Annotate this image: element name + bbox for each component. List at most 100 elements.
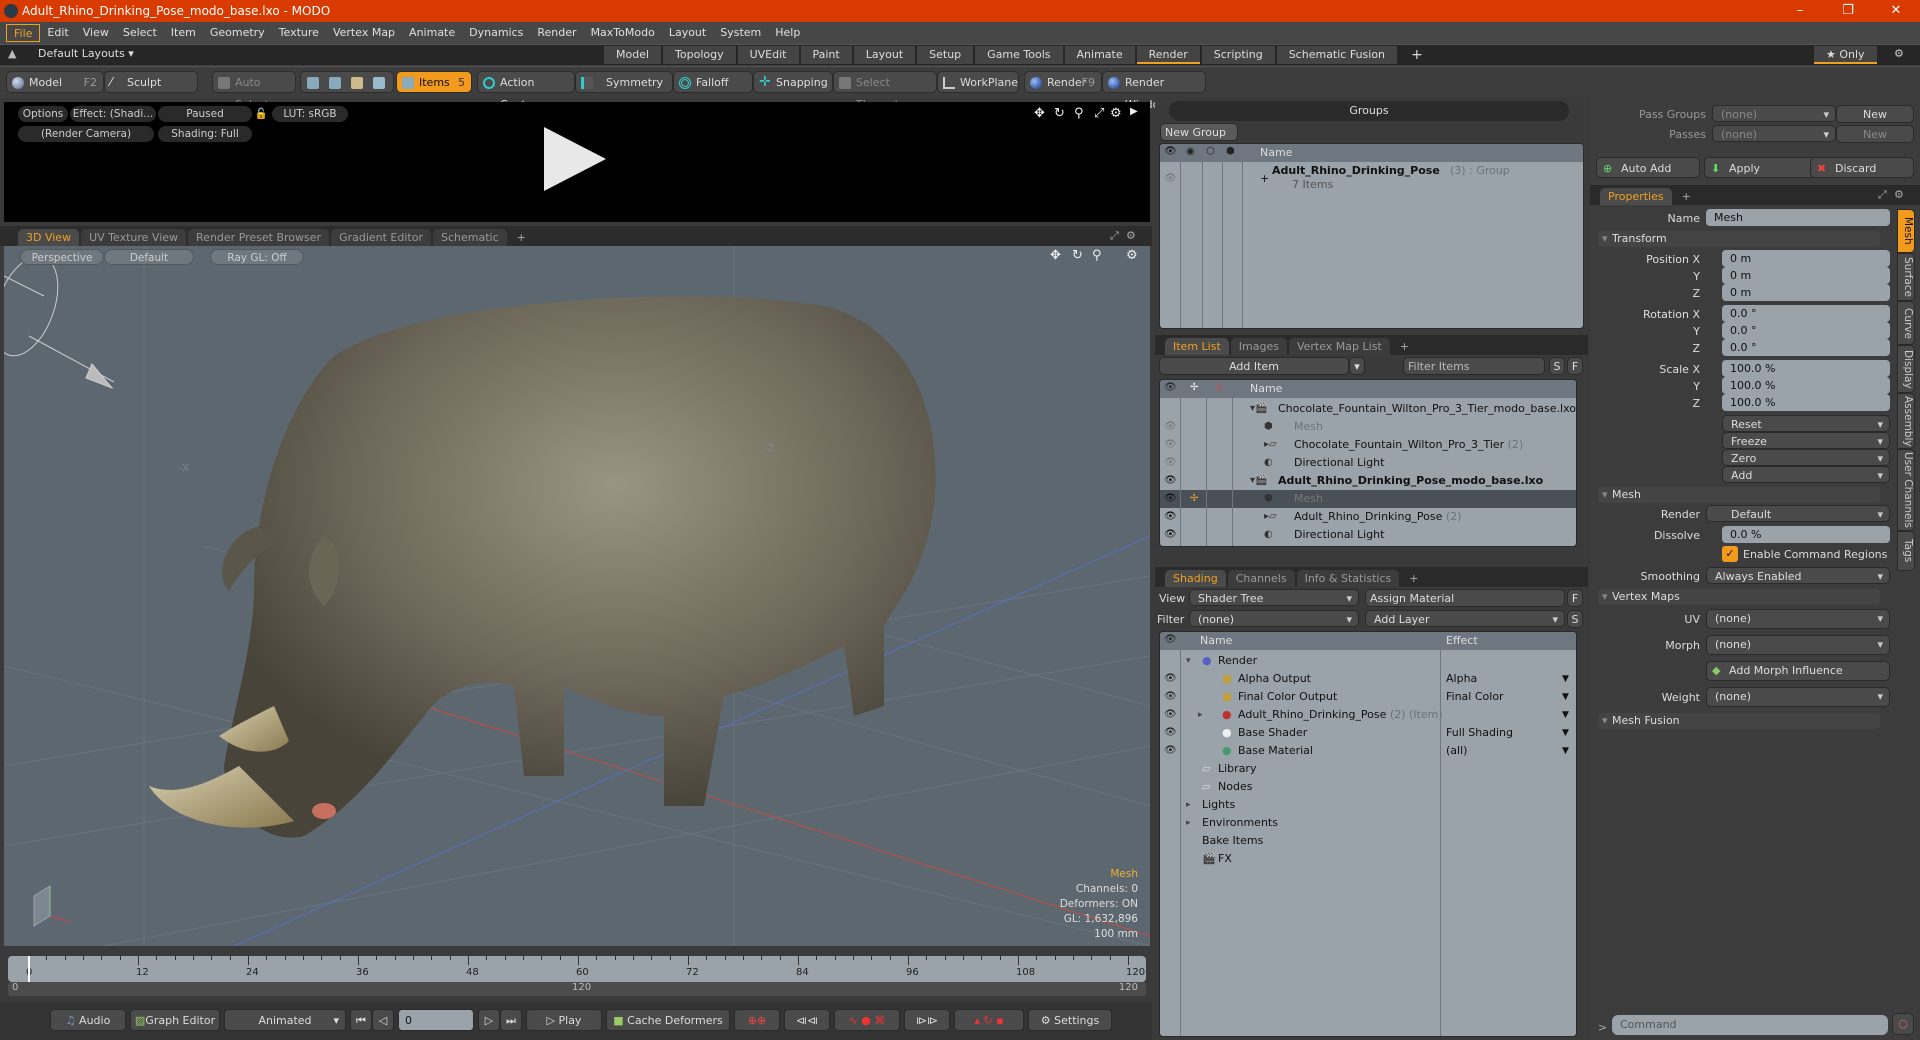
name-field[interactable]: Mesh (1706, 209, 1890, 226)
render-dropdown[interactable]: Default (1706, 505, 1890, 523)
default-style-dropdown[interactable]: Default (104, 249, 194, 265)
visibility-icon[interactable]: 👁 (1164, 706, 1177, 724)
item-list-row[interactable]: 👁 ◐ Directional Light (1160, 454, 1576, 472)
tab-images[interactable]: Images (1230, 338, 1287, 355)
shader-tree-row[interactable]: 👁 ● Base Material (all) ▼ (1160, 742, 1576, 760)
mesh-section[interactable]: Mesh (1598, 487, 1880, 503)
add-layout-tab-button[interactable]: + (1399, 46, 1435, 64)
audio-button[interactable]: ♫ Audio (50, 1009, 126, 1031)
falloff-button[interactable]: Falloff (673, 71, 753, 93)
zoom-icon[interactable]: ⚲ (1092, 248, 1102, 263)
rotation-x-field[interactable]: 0.0 ° (1722, 305, 1890, 322)
layout-tab-game-tools[interactable]: Game Tools (975, 46, 1063, 64)
vertices-mode-icon[interactable] (307, 77, 319, 89)
timeline-range-bar[interactable]: 0 120 120 (8, 982, 1146, 996)
pass-groups-dropdown[interactable]: (none) (1712, 105, 1836, 123)
perspective-dropdown[interactable]: Perspective (20, 249, 104, 265)
options-button[interactable]: Options (18, 106, 68, 122)
play-button[interactable]: ▷ Play (526, 1009, 602, 1031)
item-list-row[interactable]: 👁 ▾🎬 Adult_Rhino_Drinking_Pose_modo_base.l… (1160, 472, 1576, 490)
menu-animate[interactable]: Animate (402, 24, 462, 42)
sculpt-mode-button[interactable]: ⁄ Sculpt (104, 71, 198, 93)
position-x-field[interactable]: 0 m (1722, 250, 1890, 267)
item-list-row[interactable]: 👁 ✢ ⬢ Mesh (1160, 490, 1576, 508)
mesh-fusion-section[interactable]: Mesh Fusion (1598, 713, 1880, 729)
visibility-icon[interactable]: 👁 (1164, 526, 1177, 544)
items-mode-button[interactable]: Items 5 (396, 71, 472, 93)
collapse-arrow-icon[interactable]: ▾ (1186, 652, 1191, 670)
layout-tab-animate[interactable]: Animate (1064, 46, 1135, 64)
tab-item-list[interactable]: Item List (1165, 338, 1229, 355)
add-tab-button[interactable]: + (1401, 570, 1426, 587)
render-button[interactable]: Render F9 (1024, 71, 1102, 93)
tab-properties[interactable]: Properties (1600, 188, 1672, 205)
default-layouts-dropdown[interactable]: Default Layouts ▾ (38, 47, 134, 60)
side-tab-tags[interactable]: Tags (1897, 531, 1915, 571)
menu-layout[interactable]: Layout (662, 24, 713, 42)
shader-tree-row[interactable]: 👁 ▸ ● Adult_Rhino_Drinking_Pose (2) (Item) ▼ (1160, 706, 1576, 724)
tab-schematic[interactable]: Schematic (433, 229, 507, 246)
frame-input[interactable]: 0 (398, 1009, 474, 1031)
item-list[interactable]: 👁 ✢ ⅄ Name ▾🎬 Chocolate_Fountain_Wilton_P… (1159, 379, 1577, 547)
chevron-down-icon[interactable]: ▼ (1562, 742, 1569, 760)
discard-button[interactable]: ✖ Discard (1810, 157, 1914, 178)
expand-arrow-icon[interactable]: ▸ (1186, 814, 1191, 832)
side-tab-user-channels[interactable]: User Channels (1897, 449, 1915, 531)
menu-geometry[interactable]: Geometry (203, 24, 272, 42)
freeze-dropdown[interactable]: Freeze (1722, 432, 1890, 450)
menu-edit[interactable]: Edit (40, 24, 75, 42)
layout-tab-scripting[interactable]: Scripting (1201, 46, 1275, 64)
passes-dropdown[interactable]: (none) (1712, 125, 1836, 143)
shader-tree-row[interactable]: Bake Items (1160, 832, 1576, 850)
tab-shading[interactable]: Shading (1165, 570, 1226, 587)
tab-uv-texture-view[interactable]: UV Texture View (81, 229, 187, 246)
new-pass-button[interactable]: New (1836, 125, 1914, 143)
auto-add-button[interactable]: ⊕ Auto Add (1596, 157, 1700, 178)
visibility-icon[interactable]: 👁 (1164, 742, 1177, 760)
select-through-button[interactable]: Select Through (833, 71, 937, 111)
chevron-down-icon[interactable]: ▼ (1562, 724, 1569, 742)
item-list-row[interactable]: 👁 ▸▱ Adult_Rhino_Drinking_Pose (2) (1160, 508, 1576, 526)
key-buttons[interactable]: ⊕⊕ (734, 1009, 780, 1031)
layout-tab-schematic-fusion[interactable]: Schematic Fusion (1276, 46, 1398, 64)
visibility-icon[interactable]: 👁 (1164, 472, 1177, 490)
command-input[interactable]: Command (1612, 1015, 1888, 1035)
pin-icon[interactable]: ▲ (8, 47, 16, 60)
menu-dynamics[interactable]: Dynamics (462, 24, 530, 42)
item-list-row[interactable]: ▾🎬 Chocolate_Fountain_Wilton_Pro_3_Tier_m… (1160, 400, 1576, 418)
new-group-button[interactable]: New Group (1160, 123, 1238, 141)
maximize-icon[interactable]: ⤢ (1878, 188, 1887, 202)
menu-render[interactable]: Render (530, 24, 583, 42)
chevron-down-icon[interactable]: ▾ (1349, 357, 1365, 375)
chevron-down-icon[interactable]: ▼ (1562, 688, 1569, 706)
side-tab-mesh[interactable]: Mesh (1897, 209, 1915, 253)
pan-icon[interactable]: ✥ (1034, 106, 1045, 121)
rotation-y-field[interactable]: 0.0 ° (1722, 322, 1890, 339)
enable-command-regions-checkbox[interactable]: ✓ (1722, 546, 1738, 562)
step-buttons[interactable]: ⧏⧏ (784, 1009, 830, 1031)
shader-tree-row[interactable]: ▱ Nodes (1160, 778, 1576, 796)
filter-dropdown[interactable]: (none) (1189, 610, 1359, 628)
transform-section[interactable]: Transform (1598, 231, 1880, 247)
shader-tree-row[interactable]: 🎬 FX (1160, 850, 1576, 868)
symmetry-button[interactable]: Symmetry (575, 71, 673, 93)
shader-tree-row[interactable]: ▱ Library (1160, 760, 1576, 778)
s-toggle[interactable]: S (1549, 357, 1565, 375)
visibility-icon[interactable]: 👁 (1164, 170, 1177, 188)
render-window-button[interactable]: Render Window (1102, 71, 1206, 111)
visibility-icon[interactable]: 👁 (1164, 670, 1177, 688)
action-center-button[interactable]: Action Center (477, 71, 575, 111)
side-tab-surface[interactable]: Surface (1897, 253, 1915, 301)
render-preview[interactable]: Options Effect: (Shadi... Paused 🔓 LUT: … (4, 102, 1150, 222)
menu-item[interactable]: Item (164, 24, 203, 42)
step-forward-buttons[interactable]: ⧐⧐ (904, 1009, 950, 1031)
add-tab-button[interactable]: + (1674, 188, 1699, 205)
close-button[interactable]: ✕ (1876, 0, 1916, 22)
graph-editor-button[interactable]: ▨Graph Editor (130, 1009, 220, 1031)
record-macro-icon[interactable]: ○ (1892, 1013, 1914, 1035)
vertex-maps-section[interactable]: Vertex Maps (1598, 589, 1880, 605)
scale-x-field[interactable]: 100.0 % (1722, 360, 1890, 377)
filter-items-input[interactable]: Filter Items (1403, 357, 1545, 375)
transform-icon[interactable]: ✢ (1190, 490, 1198, 508)
assign-material-button[interactable]: Assign Material (1365, 589, 1565, 607)
